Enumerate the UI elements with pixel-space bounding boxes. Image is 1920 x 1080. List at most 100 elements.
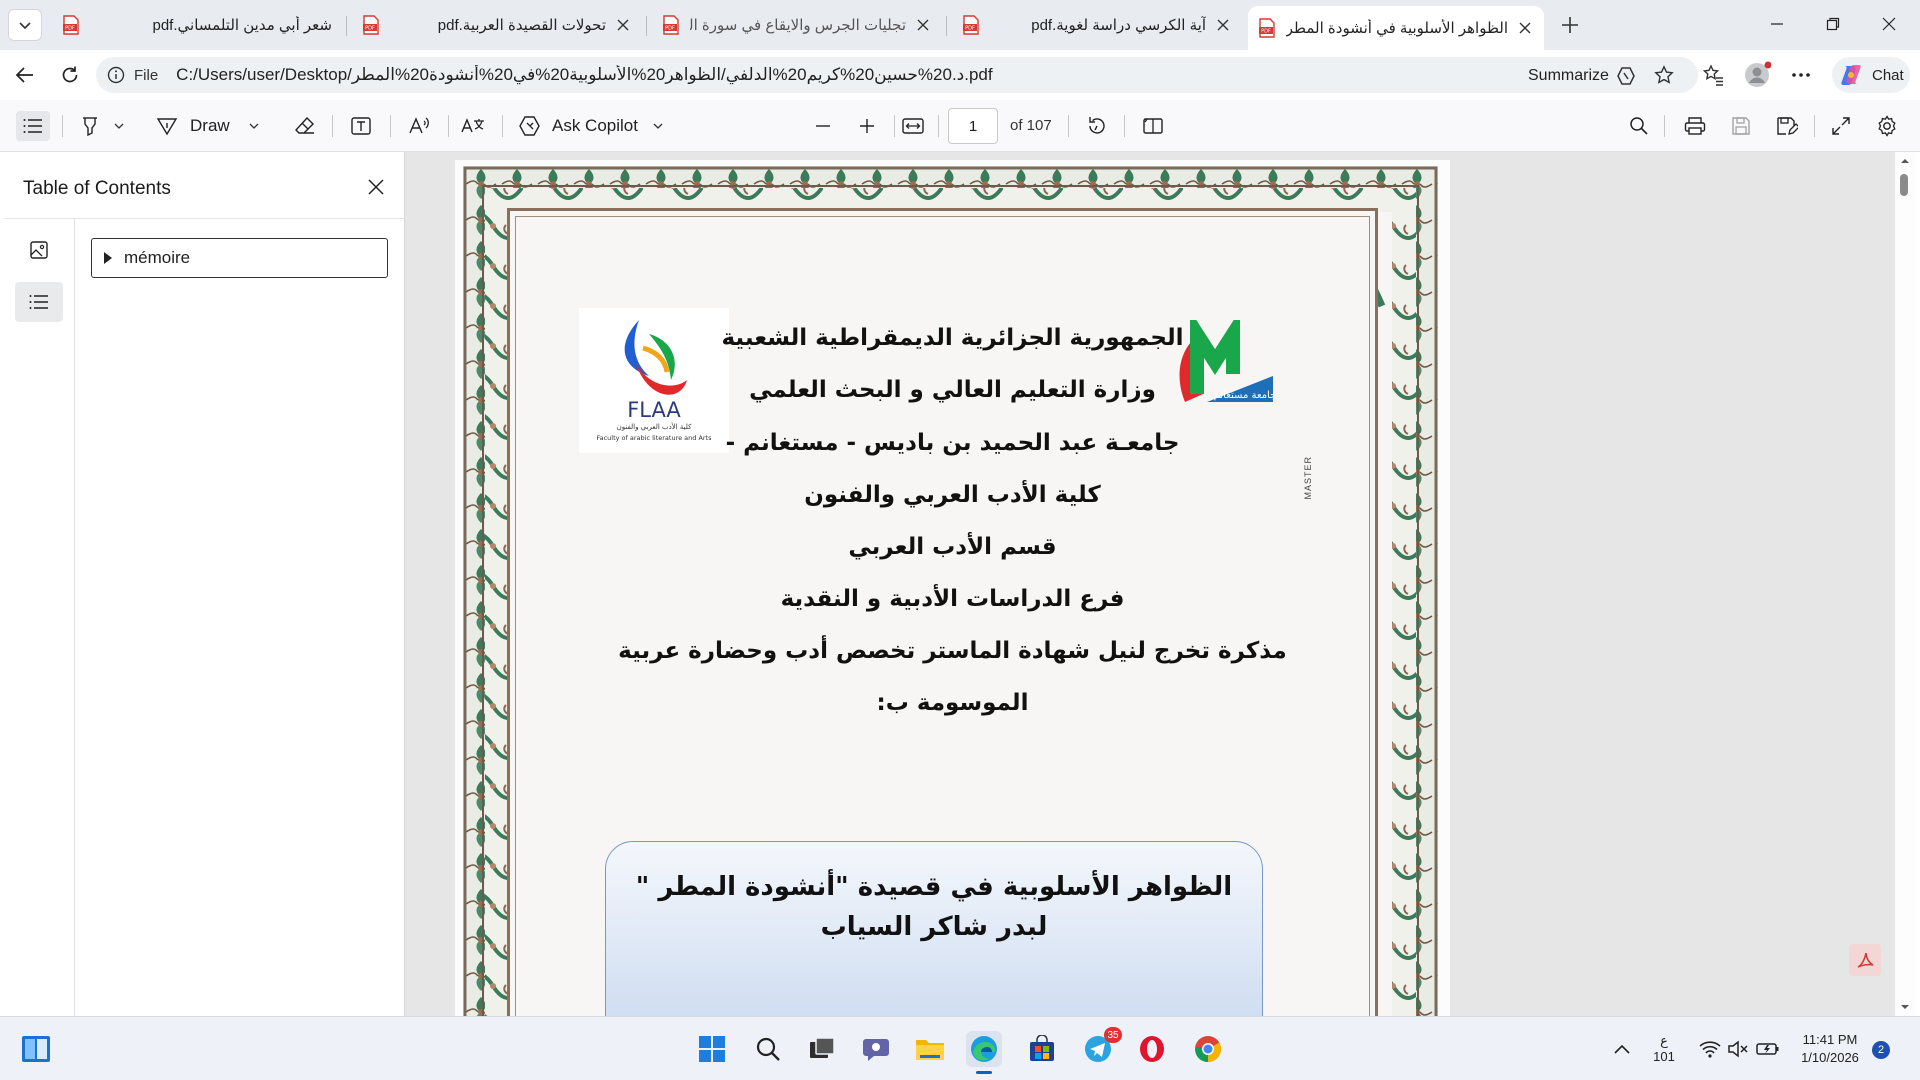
vertical-scrollbar[interactable] [1895,152,1915,1016]
favorites-button[interactable] [1698,60,1728,90]
opera-button[interactable] [1134,1031,1170,1067]
edge-taskbar-button[interactable] [966,1031,1002,1074]
erase-button[interactable] [290,111,320,141]
address-bar[interactable]: File C:/Users/user/Desktop/د.20%حسين20%ك… [96,57,1698,93]
copilot-outline-icon [519,116,540,136]
start-button[interactable] [694,1031,730,1067]
tab-5-active[interactable]: PDF الظواهر الأسلوبية في أنشودة المطر [1248,6,1544,50]
page-view-icon [1143,118,1163,134]
settings-more-button[interactable] [1786,60,1816,90]
svg-text:PDF: PDF [65,26,75,32]
tab-close-button[interactable] [1516,19,1534,37]
lang-arabic: ع [1660,1033,1668,1048]
highlight-button[interactable] [74,111,130,141]
store-button[interactable] [1024,1031,1060,1067]
chevron-down-icon [19,22,31,30]
url-text[interactable]: C:/Users/user/Desktop/د.20%حسين20%كريم20… [176,65,1056,85]
save-button[interactable] [1726,111,1756,141]
chat-label: Chat [1872,66,1904,84]
acrobat-badge[interactable] [1849,944,1881,976]
zoom-in-button[interactable] [852,111,882,141]
add-text-button[interactable] [346,111,376,141]
print-button[interactable] [1680,111,1710,141]
close-icon [1519,22,1531,34]
tab-1[interactable]: PDF شعر أبي مدين التلمساني.pdf [52,8,342,42]
toc-toggle-button[interactable] [16,111,50,141]
thesis-title-box: الظواهر الأسلوبية في قصيدة "أنشودة المطر… [605,841,1263,1016]
search-button[interactable] [750,1031,786,1067]
volume-muted-icon [1728,1040,1748,1058]
save-disk-icon [1732,117,1750,135]
widgets-icon [22,1036,50,1062]
battery-button[interactable] [1750,1031,1786,1067]
chrome-button[interactable] [1190,1031,1226,1067]
tab-separator [646,16,647,36]
opera-icon [1140,1036,1164,1062]
widgets-button[interactable] [18,1031,54,1067]
telegram-button[interactable]: 35 [1080,1027,1122,1067]
refresh-button[interactable] [54,59,86,91]
outline-view-button[interactable] [15,282,63,322]
close-window-button[interactable] [1866,8,1912,40]
new-tab-button[interactable] [1556,11,1584,39]
tab-2[interactable]: PDF تحولات القصيدة العربية.pdf [352,8,642,42]
notification-badge[interactable]: 2 [1872,1041,1890,1059]
clock[interactable]: 11:41 PM 1/10/2026 [1790,1031,1870,1067]
scroll-up-arrow-icon[interactable] [1895,154,1915,168]
page-number-input[interactable]: 1 [948,108,998,144]
draw-button[interactable]: Draw [156,111,274,141]
page-view-button[interactable] [1138,111,1168,141]
info-icon[interactable] [106,65,126,85]
scrollbar-thumb[interactable] [1900,174,1908,196]
search-icon [756,1037,780,1061]
translate-button[interactable] [458,111,488,141]
clock-date: 1/10/2026 [1801,1050,1859,1065]
plus-icon [860,119,874,133]
tab-3[interactable]: PDF تجليات الجرس والايقاع في سورة الكر [652,8,942,42]
close-icon [1882,17,1896,31]
minimize-button[interactable] [1754,8,1800,40]
thumbnails-view-button[interactable] [15,230,63,270]
pdf-viewer: FLAA كلية الأدب العربي والفنون Faculty o… [405,152,1915,1016]
toolbar-divider [1664,115,1665,137]
summarize-button[interactable]: Summarize [1528,65,1637,87]
profile-button[interactable] [1742,60,1772,90]
back-button[interactable] [9,59,41,91]
toolbar-divider [448,115,449,137]
meet-app-button[interactable] [858,1031,894,1067]
fit-to-width-button[interactable] [898,111,928,141]
read-aloud-button[interactable] [404,111,434,141]
find-button[interactable] [1624,111,1654,141]
close-icon [1217,19,1229,31]
show-hidden-icons-button[interactable] [1604,1031,1640,1067]
file-explorer-button[interactable] [912,1031,948,1067]
input-language-indicator[interactable]: ع 101 [1652,1033,1676,1065]
pdf-file-icon: PDF [963,15,979,35]
divider [5,218,405,219]
rotate-button[interactable] [1082,111,1112,141]
pdf-settings-button[interactable] [1872,111,1902,141]
avatar-icon [1745,61,1771,87]
tab-actions-menu-button[interactable] [8,9,42,41]
toc-close-button[interactable] [361,172,391,202]
pen-icon [156,118,178,136]
divider [74,218,75,1016]
tab-close-button[interactable] [914,16,932,34]
fullscreen-button[interactable] [1826,111,1856,141]
ask-copilot-button[interactable]: Ask Copilot [518,111,668,141]
zoom-out-button[interactable] [808,111,838,141]
highlighter-icon [83,117,97,137]
tab-close-button[interactable] [1214,16,1232,34]
favorite-star-button[interactable] [1652,63,1676,87]
save-as-button[interactable] [1772,111,1802,141]
tab-close-button[interactable] [614,16,632,34]
restore-button[interactable] [1810,8,1856,40]
task-view-button[interactable] [804,1031,840,1067]
fit-width-icon [902,118,924,134]
refresh-icon [62,66,78,83]
scroll-down-arrow-icon[interactable] [1895,1000,1915,1014]
toc-item-memoire[interactable]: mémoire [91,238,388,278]
copilot-chat-button[interactable]: Chat [1832,57,1910,93]
expand-triangle-icon[interactable] [104,252,112,264]
tab-4[interactable]: PDF آية الكرسي دراسة لغوية.pdf [952,8,1242,42]
